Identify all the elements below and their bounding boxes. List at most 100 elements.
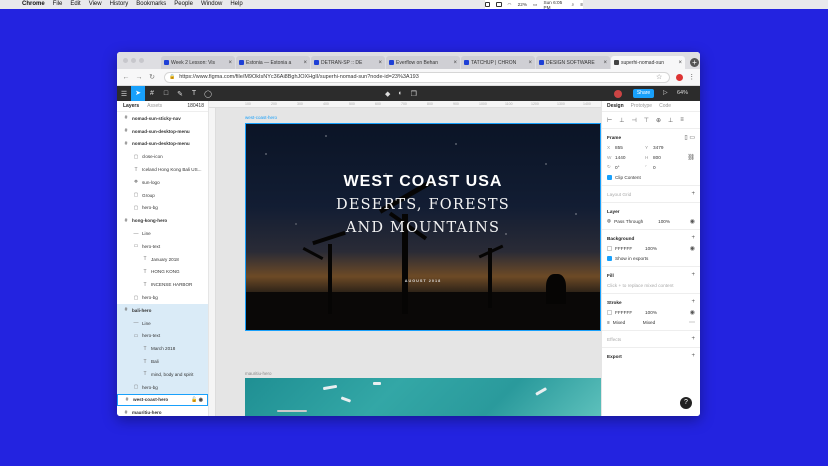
menu-history[interactable]: History (110, 0, 129, 9)
layer-row[interactable]: ▭ hero-text (117, 329, 208, 343)
layer-row[interactable]: # hong-kong-hero (117, 214, 208, 227)
user-avatar[interactable] (614, 90, 622, 98)
layer-opacity[interactable]: 100% (658, 219, 670, 224)
layer-row[interactable]: T HONG KONG (117, 266, 208, 279)
close-tab-icon[interactable]: × (528, 60, 532, 66)
stroke-align[interactable]: Mixed (643, 320, 656, 325)
close-tab-icon[interactable]: × (603, 60, 607, 66)
new-tab-button[interactable]: + (690, 58, 699, 67)
forward-icon[interactable]: → (135, 74, 143, 81)
comment-tool-icon[interactable]: ◯ (201, 90, 215, 98)
layer-row[interactable]: — Line (117, 316, 208, 330)
layer-row[interactable]: ▢ Group (117, 189, 208, 202)
reload-icon[interactable]: ↻ (148, 73, 156, 81)
hamburger-menu-icon[interactable]: ☰ (117, 90, 131, 98)
show-in-exports-checkbox[interactable] (607, 255, 612, 261)
close-window-button[interactable] (123, 58, 128, 63)
shape-tool-icon[interactable]: □ (159, 90, 173, 97)
clock[interactable]: Sun 6:05 PM (543, 0, 565, 9)
menu-view[interactable]: View (89, 0, 102, 9)
add-background-icon[interactable]: + (691, 235, 695, 241)
clip-content-checkbox[interactable] (607, 174, 612, 180)
zoom-level[interactable]: 64% (677, 86, 688, 101)
add-effect-icon[interactable]: + (691, 336, 695, 342)
hero-subtitle-line1[interactable]: DESERTS, FORESTS (246, 197, 600, 213)
layer-row[interactable]: T Iceland Hong Kong Bali US... (117, 163, 208, 176)
address-bar[interactable]: 🔒 https://www.figma.com/file/M9OkIsNYc36… (164, 71, 670, 83)
stroke-hex[interactable]: FFFFFF (615, 310, 645, 315)
add-stroke-icon[interactable]: + (691, 299, 695, 305)
frame-tool-icon[interactable]: # (145, 90, 159, 97)
page-selector[interactable]: 180418 (187, 103, 204, 109)
menu-help[interactable]: Help (230, 0, 242, 9)
bookmark-star-icon[interactable]: ☆ (656, 73, 662, 81)
battery-percent[interactable]: 22% (518, 2, 527, 7)
device-portrait-icon[interactable]: ▯ ▭ (684, 134, 695, 141)
radius-input[interactable]: 0 (653, 165, 683, 170)
layer-row[interactable]: ▢ hero-bg (117, 380, 208, 394)
close-tab-icon[interactable]: × (678, 60, 682, 66)
layer-row[interactable]: T January 2018 (117, 253, 208, 266)
align-bottom-icon[interactable]: ⊥ (668, 117, 673, 124)
back-icon[interactable]: ← (122, 74, 130, 81)
layer-row[interactable]: Tmind, body and spirit (117, 367, 208, 381)
browser-tab[interactable]: Estonia — Estonia a × (236, 56, 310, 69)
hero-title[interactable]: WEST COAST USA (246, 173, 600, 191)
visibility-eye-icon[interactable]: ◉ (690, 309, 695, 316)
background-hex[interactable]: FFFFFF (615, 246, 645, 251)
x-input[interactable]: 855 (615, 145, 645, 150)
add-layout-grid-icon[interactable]: + (691, 191, 695, 197)
component-icon[interactable]: ◆ (385, 90, 390, 98)
minimize-window-button[interactable] (131, 58, 136, 63)
constrain-proportions-icon[interactable]: ⛓ (687, 154, 695, 161)
menu-people[interactable]: People (174, 0, 193, 9)
move-tool-icon[interactable]: ➤ (131, 86, 145, 101)
background-swatch[interactable] (607, 245, 612, 251)
hero-date[interactable]: AUGUST 2018 (246, 279, 600, 283)
layer-row[interactable]: # nomad-sun-desktop-menu (117, 125, 208, 138)
layer-row[interactable]: # west-coast-hero 🔓 ◉ (117, 393, 208, 407)
stroke-more-icon[interactable]: ⋯ (689, 319, 695, 326)
align-middle-icon[interactable]: ⊕ (656, 117, 661, 124)
layer-row[interactable]: # nomad-sun-desktop-menu (117, 138, 208, 151)
tab-code[interactable]: Code (659, 103, 671, 109)
menu-list-icon[interactable]: ≡ (580, 2, 583, 7)
battery-icon[interactable]: ▭ (533, 2, 537, 8)
canvas-scrollbar[interactable] (277, 410, 307, 412)
layer-row[interactable]: T March 2018 (117, 342, 208, 356)
stroke-swatch[interactable] (607, 309, 612, 315)
visibility-eye-icon[interactable]: ◉ (690, 218, 695, 225)
close-tab-icon[interactable]: × (453, 60, 457, 66)
next-frame-label[interactable]: mauritiu-hero (245, 371, 272, 376)
tab-assets[interactable]: Assets (147, 103, 162, 109)
west-coast-hero-frame[interactable]: WEST COAST USA DESERTS, FORESTS AND MOUN… (245, 123, 601, 331)
frame-label[interactable]: west-coast-hero (245, 115, 277, 120)
tab-layers[interactable]: Layers (123, 103, 139, 109)
extension-icon[interactable] (676, 73, 684, 81)
background-opacity[interactable]: 100% (645, 246, 657, 251)
stroke-weight[interactable]: Mixed (613, 320, 643, 325)
rotation-input[interactable]: 0° (615, 165, 645, 170)
layer-row[interactable]: # nomad-sun-sticky-nav (117, 112, 208, 125)
menu-edit[interactable]: Edit (70, 0, 80, 9)
layer-row[interactable]: ▢ close-icon (117, 150, 208, 163)
status-icon[interactable] (496, 2, 502, 7)
mask-icon[interactable]: ◐ (398, 90, 402, 97)
layer-row[interactable]: ❖ sun-logo (117, 176, 208, 189)
zoom-window-button[interactable] (139, 58, 144, 63)
menu-file[interactable]: File (53, 0, 63, 9)
align-left-icon[interactable]: ⊢ (607, 117, 612, 124)
browser-tab[interactable]: Week 2 Lesson: Vis × (161, 56, 235, 69)
browser-tab[interactable]: DETRAN-SP :: DE × (311, 56, 385, 69)
stroke-opacity[interactable]: 100% (645, 310, 657, 315)
browser-tab[interactable]: TATCHUP | CHRON × (461, 56, 535, 69)
menu-app-name[interactable]: Chrome (22, 0, 45, 9)
close-tab-icon[interactable]: × (303, 60, 307, 66)
height-input[interactable]: 800 (653, 155, 683, 160)
browser-tab[interactable]: DESIGN SOFTWARE × (536, 56, 610, 69)
align-top-icon[interactable]: ⊤ (644, 117, 649, 124)
close-tab-icon[interactable]: × (378, 60, 382, 66)
visibility-eye-icon[interactable]: ◉ (690, 245, 695, 252)
lock-visibility-icon[interactable]: 🔓 ◉ (191, 397, 203, 403)
menu-bookmarks[interactable]: Bookmarks (136, 0, 166, 9)
